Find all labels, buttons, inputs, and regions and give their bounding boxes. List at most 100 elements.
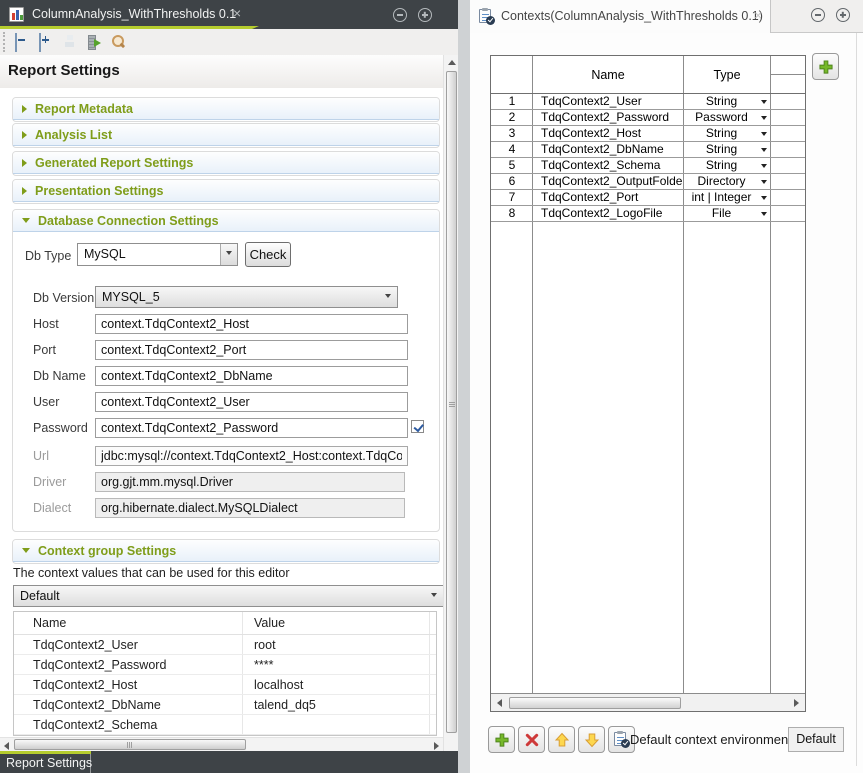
variable-name-cell[interactable]: TdqContext2_Port [533, 190, 684, 205]
section-report-metadata: Report Metadata [12, 97, 440, 122]
context-value-name: TdqContext2_Schema [33, 718, 157, 732]
chevron-down-icon[interactable] [426, 586, 443, 606]
collapse-all-icon[interactable] [14, 34, 30, 50]
context-variable-row[interactable]: 1TdqContext2_UserString [491, 94, 805, 110]
context-group-value: Default [20, 589, 60, 603]
context-variable-row[interactable]: 3TdqContext2_HostString [491, 126, 805, 142]
maximize-icon[interactable] [836, 8, 850, 22]
variable-type-dropdown[interactable]: Password [684, 110, 771, 125]
db-version-value: MYSQL_5 [102, 290, 160, 304]
variable-row-number: 3 [491, 126, 533, 141]
context-value-row[interactable]: TdqContext2_Password**** [14, 655, 436, 675]
password-hide-checkbox[interactable] [411, 420, 424, 433]
scrollbar-thumb[interactable] [509, 697, 681, 709]
variable-name-cell[interactable]: TdqContext2_User [533, 94, 684, 109]
section-header-database-connection-settings[interactable]: Database Connection Settings [13, 210, 439, 232]
context-variable-row[interactable]: 2TdqContext2_PasswordPassword [491, 110, 805, 126]
bottom-tab-report-settings[interactable]: Report Settings [0, 751, 91, 773]
page-title: Report Settings [8, 62, 120, 79]
save-icon[interactable] [62, 34, 78, 50]
scroll-left-icon[interactable] [497, 699, 502, 707]
scroll-left-icon[interactable] [4, 742, 9, 750]
variable-name-cell[interactable]: TdqContext2_Schema [533, 158, 684, 173]
variable-type-dropdown[interactable]: String [684, 126, 771, 141]
context-variable-row[interactable]: 4TdqContext2_DbNameString [491, 142, 805, 158]
add-variable-button[interactable] [488, 726, 515, 753]
chevron-down-icon [761, 212, 767, 216]
variable-row-number: 4 [491, 142, 533, 157]
section-header-analysis-list[interactable]: Analysis List [13, 124, 439, 146]
context-variable-row[interactable]: 5TdqContext2_SchemaString [491, 158, 805, 174]
search-icon[interactable] [110, 34, 126, 50]
variable-type-dropdown[interactable]: String [684, 142, 771, 157]
chevron-down-icon[interactable] [220, 244, 237, 265]
editor-tab-report[interactable]: ColumnAnalysis_WithThresholds 0.1 × [0, 0, 253, 29]
add-context-button[interactable] [812, 53, 839, 80]
host-input[interactable] [95, 314, 408, 334]
column-header-name: Name [532, 56, 684, 94]
move-up-button[interactable] [548, 726, 575, 753]
close-icon[interactable]: × [233, 5, 241, 21]
chevron-right-icon [22, 187, 27, 195]
scroll-right-icon[interactable] [434, 742, 439, 750]
minimize-icon[interactable] [811, 8, 825, 22]
toolbar-drag-handle[interactable] [3, 32, 5, 52]
context-group-combo[interactable]: Default [13, 585, 444, 607]
variable-name-cell[interactable]: TdqContext2_OutputFolde [533, 174, 684, 189]
context-variable-row[interactable]: 7TdqContext2_Portint | Integer [491, 190, 805, 206]
user-input[interactable] [95, 392, 408, 412]
horizontal-scrollbar[interactable] [491, 693, 805, 711]
port-label: Port [33, 343, 56, 357]
variable-type-dropdown[interactable]: String [684, 158, 771, 173]
variable-name-cell[interactable]: TdqContext2_Password [533, 110, 684, 125]
section-label: Generated Report Settings [35, 156, 193, 170]
active-tab-underline [0, 751, 91, 754]
section-header-generated-report-settings[interactable]: Generated Report Settings [13, 152, 439, 174]
variable-name-cell[interactable]: TdqContext2_LogoFile [533, 206, 684, 221]
chevron-right-icon [22, 131, 27, 139]
contexts-tab[interactable]: Contexts(ColumnAnalysis_WithThresholds 0… [470, 0, 771, 33]
check-button[interactable]: Check [245, 242, 291, 267]
scrollbar-thumb[interactable] [14, 739, 246, 750]
context-value-row[interactable]: TdqContext2_DbNametalend_dq5 [14, 695, 436, 715]
vertical-scrollbar[interactable] [443, 55, 458, 751]
db-version-combo[interactable]: MYSQL_5 [95, 286, 398, 308]
variable-name-cell[interactable]: TdqContext2_DbName [533, 142, 684, 157]
section-header-presentation-settings[interactable]: Presentation Settings [13, 180, 439, 202]
scroll-right-icon[interactable] [794, 699, 799, 707]
scroll-up-icon[interactable] [448, 60, 456, 65]
chevron-right-icon [22, 159, 27, 167]
password-label: Password [33, 421, 88, 435]
variable-type-dropdown[interactable]: File [684, 206, 771, 221]
context-value-row[interactable]: TdqContext2_Schema [14, 715, 436, 735]
remove-variable-button[interactable] [518, 726, 545, 753]
chevron-down-icon[interactable] [380, 287, 397, 307]
variable-type-dropdown[interactable]: String [684, 94, 771, 109]
variable-name-cell[interactable]: TdqContext2_Host [533, 126, 684, 141]
dbname-input[interactable] [95, 366, 408, 386]
close-icon[interactable]: × [754, 7, 762, 23]
variable-extra-cell [771, 126, 805, 141]
section-header-context-group-settings[interactable]: Context group Settings [13, 540, 439, 562]
section-header-report-metadata[interactable]: Report Metadata [13, 98, 439, 120]
context-value-row[interactable]: TdqContext2_Userroot [14, 635, 436, 655]
run-report-icon[interactable] [86, 34, 102, 50]
context-value-row[interactable]: TdqContext2_Hostlocalhost [14, 675, 436, 695]
variable-type-dropdown[interactable]: int | Integer [684, 190, 771, 205]
delete-icon [524, 732, 539, 747]
context-variable-row[interactable]: 6TdqContext2_OutputFoldeDirectory [491, 174, 805, 190]
maximize-icon[interactable] [418, 8, 432, 22]
expand-all-icon[interactable] [38, 34, 54, 50]
port-input[interactable] [95, 340, 408, 360]
editor-toolbar [0, 29, 458, 55]
form-heading-band: Report Settings [0, 55, 443, 88]
minimize-icon[interactable] [393, 8, 407, 22]
default-environment-button[interactable]: Default [788, 727, 844, 752]
variable-type-dropdown[interactable]: Directory [684, 174, 771, 189]
horizontal-scrollbar[interactable] [0, 737, 443, 751]
password-input[interactable] [95, 418, 408, 438]
context-variable-row[interactable]: 8TdqContext2_LogoFileFile [491, 206, 805, 222]
move-down-button[interactable] [578, 726, 605, 753]
db-type-combo[interactable]: MySQL [77, 243, 238, 266]
scrollbar-thumb[interactable] [446, 71, 457, 733]
